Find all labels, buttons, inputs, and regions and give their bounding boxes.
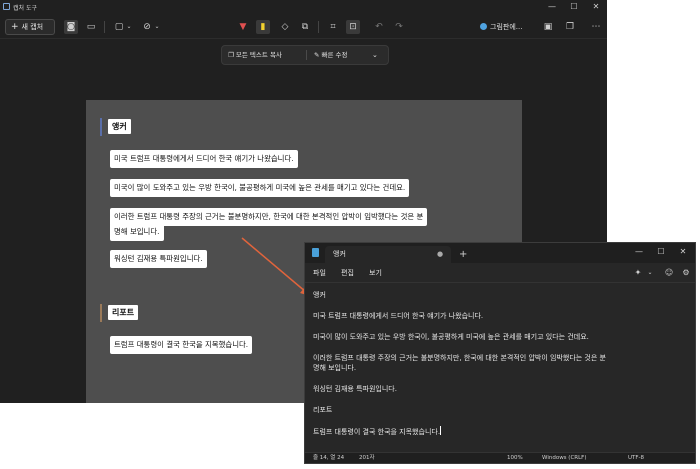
notepad-window: 앵커 ● + — ☐ ✕ 파일 편집 보기 ✦ ⌄ ☺ ⚙ 앵커 미국 트럼프 … bbox=[304, 242, 696, 464]
notepad-statusbar: 줄 14, 열 24 201자 100% Windows (CRLF) UTF-… bbox=[305, 452, 695, 463]
minimize-icon[interactable]: — bbox=[633, 246, 645, 258]
notepad-line: 워싱턴 김재용 특파원입니다. bbox=[313, 385, 397, 393]
notepad-app-icon bbox=[312, 248, 319, 257]
copilot-icon[interactable]: ✦ bbox=[632, 267, 644, 279]
notepad-tab[interactable]: 앵커 bbox=[325, 246, 451, 263]
status-line-ending[interactable]: Windows (CRLF) bbox=[542, 453, 586, 463]
notepad-line: 리포트 bbox=[313, 406, 333, 414]
user-icon[interactable]: ☺ bbox=[663, 267, 675, 279]
arrow-line bbox=[241, 237, 307, 293]
status-cursor-position: 줄 14, 열 24 bbox=[313, 455, 345, 461]
menu-file[interactable]: 파일 bbox=[313, 263, 326, 283]
notepad-line: 미국이 많이 도와주고 있는 우방 한국이, 불공평하게 미국에 높은 관세를 … bbox=[313, 333, 589, 341]
status-encoding[interactable]: UTF-8 bbox=[628, 453, 644, 463]
notepad-tab-title: 앵커 bbox=[333, 250, 346, 258]
notepad-line: 명해 보입니다. bbox=[313, 364, 357, 372]
notepad-line: 앵커 bbox=[313, 291, 326, 299]
notepad-menubar: 파일 편집 보기 ✦ ⌄ ☺ ⚙ bbox=[305, 263, 695, 283]
notepad-tabbar: 앵커 ● + — ☐ ✕ bbox=[305, 243, 695, 263]
settings-gear-icon[interactable]: ⚙ bbox=[680, 267, 692, 279]
notepad-text-area[interactable]: 앵커 미국 트럼프 대통령에게서 드디어 한국 얘기가 나왔습니다. 미국이 많… bbox=[305, 284, 695, 450]
chevron-down-icon[interactable]: ⌄ bbox=[644, 267, 656, 279]
text-caret bbox=[440, 426, 442, 435]
status-char-count: 201자 bbox=[359, 455, 375, 461]
tab-unsaved-dot-icon[interactable]: ● bbox=[437, 246, 443, 263]
notepad-line: 트럼프 대통령이 결국 한국을 지목했습니다. bbox=[313, 428, 441, 436]
notepad-line-with-caret: 트럼프 대통령이 결국 한국을 지목했습니다. bbox=[313, 426, 687, 437]
status-zoom[interactable]: 100% bbox=[507, 453, 523, 463]
menu-edit[interactable]: 편집 bbox=[341, 263, 354, 283]
notepad-line: 미국 트럼프 대통령에게서 드디어 한국 얘기가 나왔습니다. bbox=[313, 312, 484, 320]
new-tab-icon[interactable]: + bbox=[459, 246, 467, 263]
close-icon[interactable]: ✕ bbox=[677, 246, 689, 258]
maximize-icon[interactable]: ☐ bbox=[655, 246, 667, 258]
notepad-line: 이러한 트럼프 대통령 주장의 근거는 불분명하지만, 한국에 대한 본격적인 … bbox=[313, 354, 606, 362]
menu-view[interactable]: 보기 bbox=[369, 263, 382, 283]
